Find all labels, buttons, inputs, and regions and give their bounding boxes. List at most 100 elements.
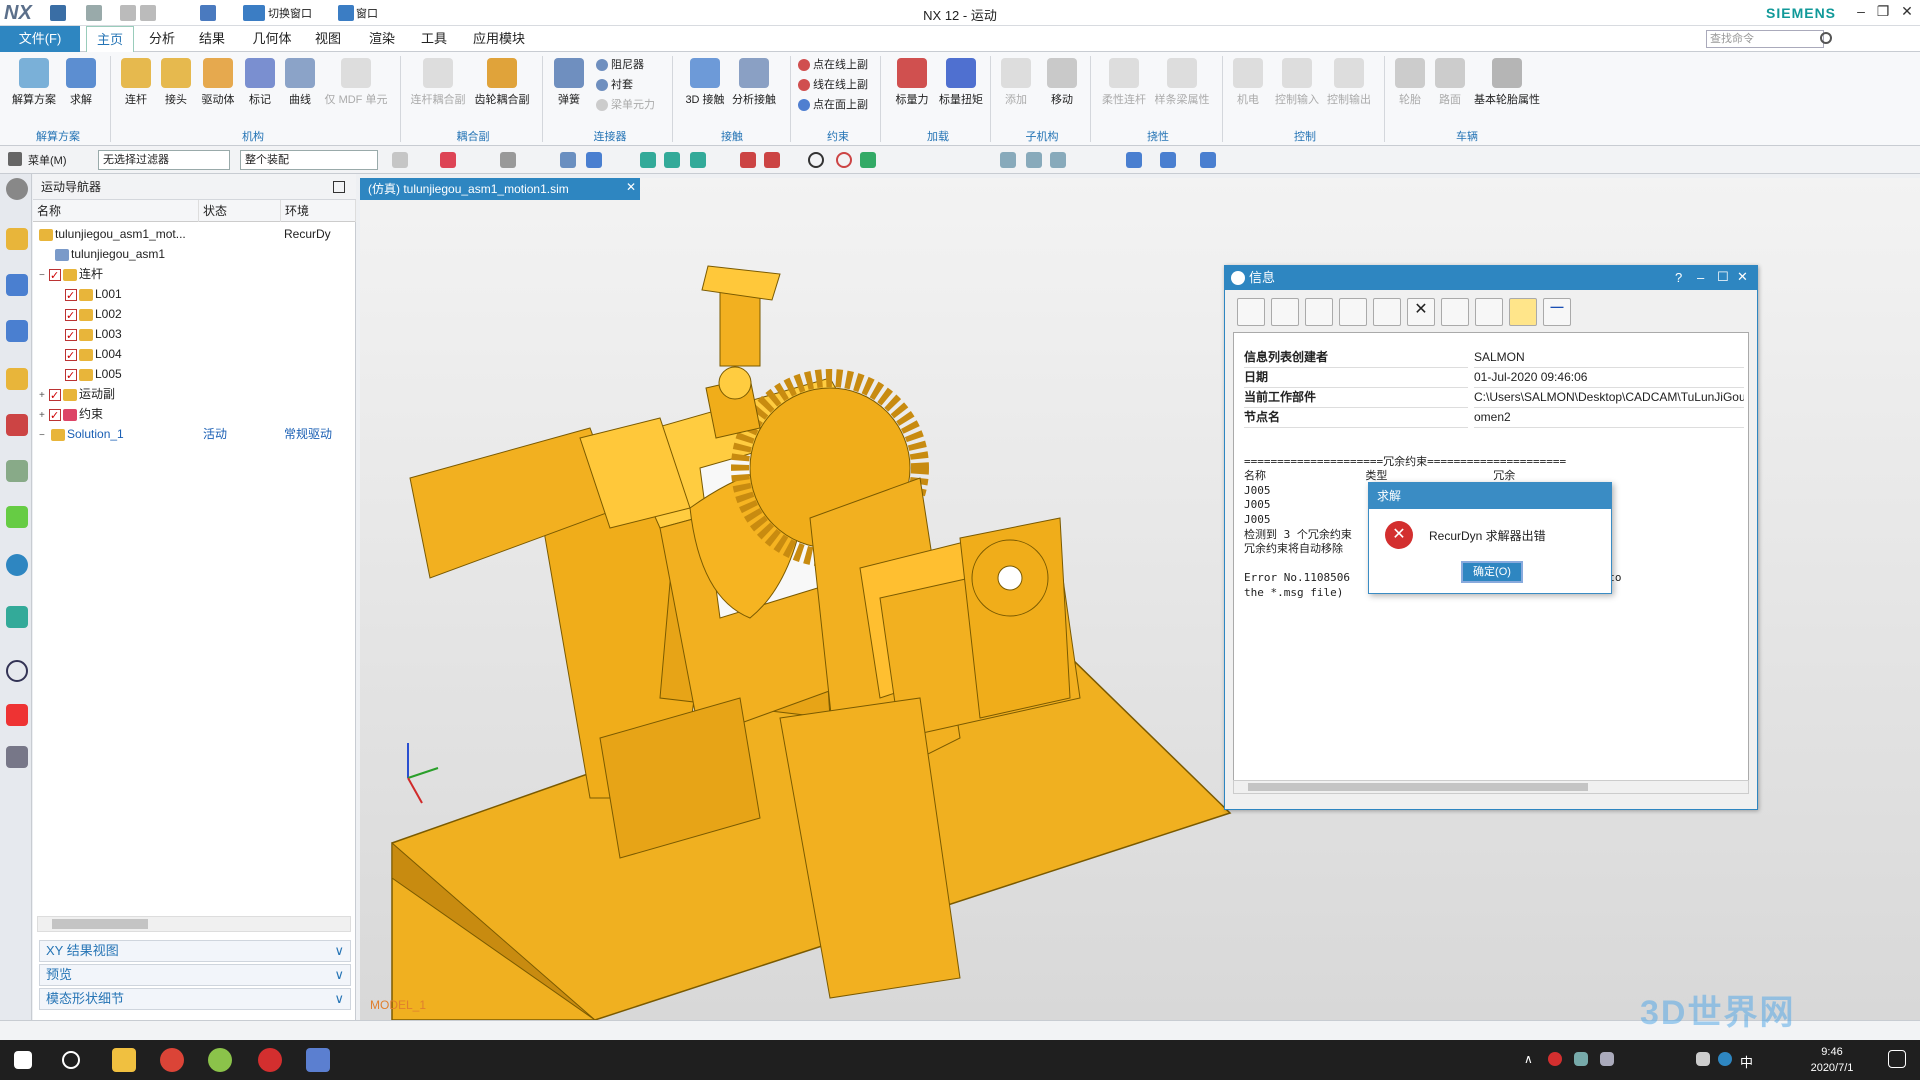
control-output-button[interactable]: 控制输出 <box>1324 58 1374 107</box>
selection-filter-dropdown[interactable]: 无选择过滤器 <box>98 150 230 170</box>
zoom-icon[interactable] <box>1026 152 1042 168</box>
visibility-checkbox[interactable] <box>49 406 61 426</box>
visibility-checkbox[interactable] <box>65 366 77 386</box>
bushing-button[interactable]: 衬套 <box>596 76 633 94</box>
history-icon[interactable] <box>6 460 28 482</box>
3d-contact-button[interactable]: 3D 接触 <box>682 58 728 107</box>
panel-preview[interactable]: 预览 ∨ <box>39 964 351 986</box>
tab-analysis[interactable]: 分析 <box>140 26 184 52</box>
tab-sim-file[interactable]: (仿真) tulunjiegou_asm1_motion1.sim <box>360 178 640 200</box>
search-icon[interactable] <box>1820 32 1832 44</box>
copy-icon[interactable] <box>1339 298 1367 326</box>
driver-button[interactable]: 驱动体 <box>198 58 238 107</box>
tab-view[interactable]: 视图 <box>306 26 350 52</box>
minimize-icon[interactable]: – <box>1850 3 1872 23</box>
tab-home[interactable]: 主页 <box>86 26 134 52</box>
tab-render[interactable]: 渲染 <box>360 26 404 52</box>
tree-row-link[interactable]: L002 <box>33 304 356 326</box>
visibility-checkbox[interactable] <box>49 386 61 406</box>
tree-row-constraints[interactable]: +约束 <box>33 404 356 426</box>
tree-row-link[interactable]: L003 <box>33 324 356 346</box>
print-icon[interactable] <box>1271 298 1299 326</box>
file-explorer-icon[interactable] <box>112 1048 136 1072</box>
link-button[interactable]: 连杆 <box>118 58 154 107</box>
joint-button[interactable]: 接头 <box>158 58 194 107</box>
gear-coupler-button[interactable]: 齿轮耦合副 <box>472 58 532 107</box>
volume-icon[interactable] <box>1696 1052 1710 1066</box>
binoculars-icon[interactable] <box>1475 298 1503 326</box>
assembly-navigator-icon[interactable] <box>6 320 28 342</box>
mechatronics-button[interactable]: 机电 <box>1230 58 1266 107</box>
solution-button[interactable]: 解算方案 <box>8 58 60 107</box>
tree-row-assembly[interactable]: tulunjiegou_asm1 <box>33 244 356 264</box>
move-button[interactable]: 移动 <box>1044 58 1080 107</box>
tree-row-link[interactable]: L001 <box>33 284 356 306</box>
paste-icon[interactable] <box>1373 298 1401 326</box>
basic-tire-property-button[interactable]: 基本轮胎属性 <box>1472 58 1542 107</box>
spline-snap-icon[interactable] <box>764 152 780 168</box>
flexible-link-button[interactable]: 柔性连杆 <box>1098 58 1150 107</box>
ime-indicator[interactable]: 中 <box>1740 1052 1753 1071</box>
close-icon[interactable]: ✕ <box>1896 3 1918 23</box>
role-icon[interactable] <box>6 704 28 726</box>
menu-button[interactable]: 菜单(M) <box>28 152 67 168</box>
curve-button[interactable]: 曲线 <box>282 58 318 107</box>
scalar-force-button[interactable]: 标量力 <box>890 58 934 107</box>
close-icon[interactable]: ✕ <box>1737 269 1748 285</box>
endpoint-snap-icon[interactable] <box>664 152 680 168</box>
mdf-element-button[interactable]: 仅 MDF 单元 <box>322 58 390 107</box>
tray-network-icon[interactable] <box>1574 1052 1588 1066</box>
reuse-library-icon[interactable] <box>6 414 28 436</box>
center-snap-icon[interactable] <box>808 152 824 168</box>
chrome-icon[interactable] <box>160 1048 184 1072</box>
notification-icon[interactable] <box>1888 1050 1906 1068</box>
part-navigator-icon[interactable] <box>6 274 28 296</box>
point-on-curve-button[interactable]: 点在线上副 <box>798 56 868 74</box>
spline-beam-button[interactable]: 样条梁属性 <box>1152 58 1212 107</box>
beam-force-button[interactable]: 梁单元力 <box>596 96 655 114</box>
command-search-input[interactable]: 查找命令 <box>1706 30 1824 48</box>
intersection-snap-icon[interactable] <box>860 152 876 168</box>
tab-results[interactable]: 结果 <box>190 26 234 52</box>
road-button[interactable]: 路面 <box>1432 58 1468 107</box>
tab-geometry[interactable]: 几何体 <box>244 26 300 52</box>
orient-view-icon[interactable] <box>1160 152 1176 168</box>
nx-taskbar-icon[interactable] <box>306 1048 330 1072</box>
gear-icon[interactable] <box>6 178 28 200</box>
visibility-checkbox[interactable] <box>65 286 77 306</box>
link-coupler-button[interactable]: 连杆耦合副 <box>408 58 468 107</box>
visibility-checkbox[interactable] <box>65 306 77 326</box>
tree-row-links[interactable]: −连杆 <box>33 264 356 286</box>
tray-chevron-icon[interactable]: ∧ <box>1524 1052 1533 1066</box>
wrap-text-icon[interactable] <box>1509 298 1537 326</box>
cut-icon[interactable] <box>1305 298 1333 326</box>
midpoint-snap-icon[interactable] <box>690 152 706 168</box>
select-icon[interactable] <box>440 152 456 168</box>
tree-row-joints[interactable]: +运动副 <box>33 384 356 406</box>
search-icon[interactable] <box>62 1051 80 1069</box>
info-hscrollbar[interactable] <box>1233 780 1749 794</box>
tree-row-link[interactable]: L005 <box>33 364 356 386</box>
tab-tools[interactable]: 工具 <box>412 26 456 52</box>
point-snap-icon[interactable] <box>640 152 656 168</box>
curve-on-curve-button[interactable]: 线在线上副 <box>798 76 868 94</box>
panel-mode-shape-details[interactable]: 模态形状细节 ∨ <box>39 988 351 1010</box>
motion-navigator-icon[interactable] <box>6 228 28 250</box>
navigator-hscrollbar[interactable] <box>37 916 351 932</box>
clock[interactable]: 9:46 2020/7/1 <box>1792 1044 1872 1076</box>
tab-app-modules[interactable]: 应用模块 <box>464 26 534 52</box>
render-style-icon[interactable] <box>1126 152 1142 168</box>
tire-button[interactable]: 轮胎 <box>1392 58 1428 107</box>
add-button[interactable]: 添加 <box>998 58 1034 107</box>
windows-start-icon[interactable] <box>14 1051 32 1069</box>
visibility-checkbox[interactable] <box>65 346 77 366</box>
clock-icon[interactable] <box>6 660 28 682</box>
solve-button[interactable]: 求解 <box>64 58 98 107</box>
bluetooth-icon[interactable] <box>1718 1052 1732 1066</box>
help-icon[interactable]: ? <box>1675 270 1682 285</box>
scalar-torque-button[interactable]: 标量扭矩 <box>936 58 986 107</box>
system-scene-icon[interactable] <box>6 746 28 768</box>
marker-button[interactable]: 标记 <box>242 58 278 107</box>
visibility-checkbox[interactable] <box>49 266 61 286</box>
app-icon[interactable] <box>208 1048 232 1072</box>
